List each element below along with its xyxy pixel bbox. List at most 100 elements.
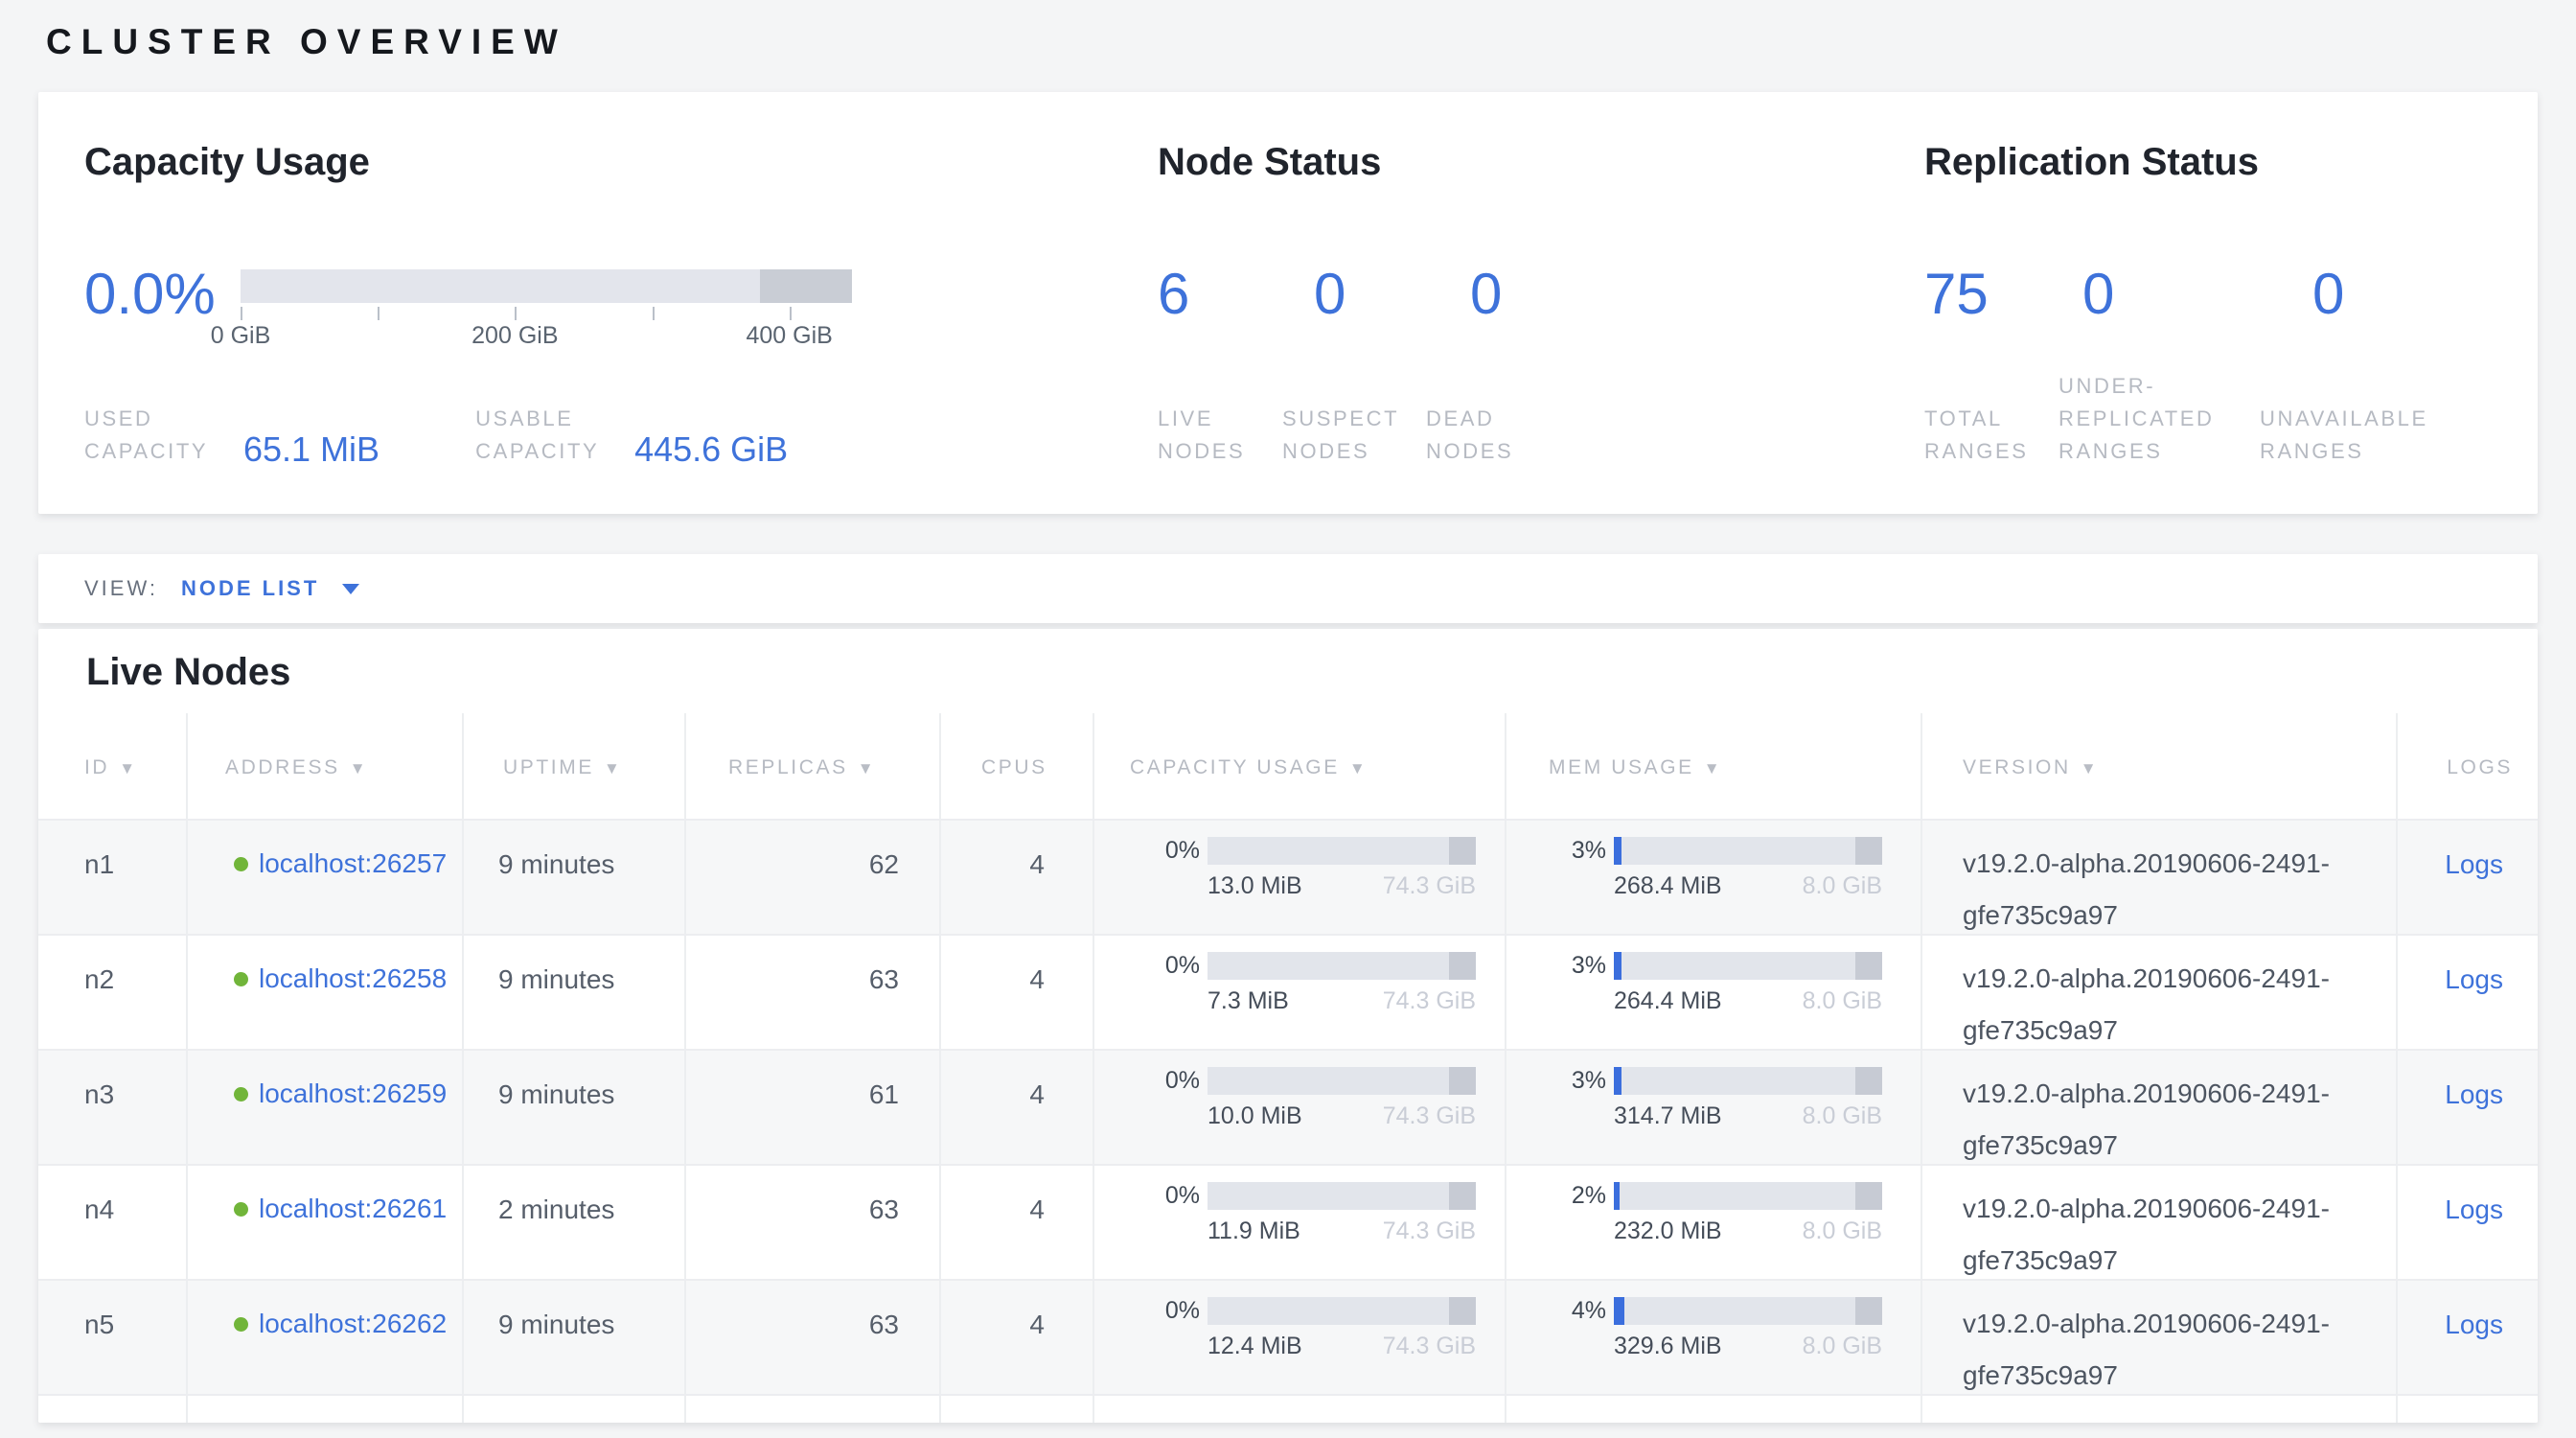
column-header-capacity-usage[interactable]: CAPACITY USAGE▼ (1094, 713, 1506, 819)
table-row: n5localhost:262629 minutes6340%12.4 MiB7… (38, 1279, 2538, 1394)
logs-link[interactable]: Logs (2445, 964, 2503, 994)
capacity-bar-reserved-segment (760, 269, 852, 303)
usage-percent: 0% (1158, 1066, 1200, 1095)
node-address-link[interactable]: localhost:26257 (259, 838, 448, 890)
node-id-cell: n4 (38, 1166, 188, 1279)
column-header-cpus: CPUS (941, 713, 1094, 819)
mem-cell: 3%264.4 MiB8.0 GiB (1506, 936, 1922, 1049)
logs-cell: Logs (2398, 1166, 2538, 1279)
usage-bar-reserved-segment (1449, 1297, 1476, 1325)
logs-link[interactable]: Logs (2445, 1079, 2503, 1109)
column-header-uptime[interactable]: UPTIME▼ (464, 713, 686, 819)
node-address-link[interactable]: localhost:26262 (259, 1298, 448, 1350)
empty-cell (1922, 1396, 2398, 1423)
uptime-cell: 9 minutes (464, 1281, 686, 1394)
mem-cell: 4% 329.6 MiB 8.0 GiB (1506, 1281, 1922, 1394)
column-header-version[interactable]: VERSION▼ (1922, 713, 2398, 819)
table-row: n3localhost:262599 minutes6140%10.0 MiB7… (38, 1049, 2538, 1164)
dead-nodes-label: DEAD NODES (1426, 403, 1541, 468)
cpus-cell: 4 (941, 821, 1094, 934)
column-header-replicas[interactable]: REPLICAS▼ (686, 713, 941, 819)
column-header-mem-usage[interactable]: MEM USAGE▼ (1506, 713, 1922, 819)
chevron-down-icon[interactable] (342, 584, 359, 594)
suspect-nodes-count: 0 (1314, 265, 1470, 324)
cpus-cell: 4 (941, 936, 1094, 1049)
mem-used-value: 314.7 MiB (1614, 1102, 1722, 1130)
usage-bar (1208, 1182, 1476, 1210)
usage-labels: 12.4 MiB74.3 GiB (1208, 1332, 1476, 1360)
empty-cell (941, 1396, 1094, 1423)
table-row-partial (38, 1394, 2538, 1423)
mem-percent: 4% (1564, 1296, 1606, 1325)
capacity-bar (241, 269, 852, 303)
usage-bar-reserved-segment (1449, 837, 1476, 865)
table-row: n2localhost:262589 minutes6340%7.3 MiB74… (38, 934, 2538, 1049)
sort-desc-icon: ▼ (1349, 759, 1368, 777)
mem-bar (1614, 1297, 1882, 1325)
unavailable-ranges-label: UNAVAILABLE RANGES (2260, 403, 2499, 468)
column-header-id[interactable]: ID▼ (38, 713, 188, 819)
logs-cell: Logs (2398, 936, 2538, 1049)
version-cell: v19.2.0-alpha.20190606-2491-gfe735c9a97 (1922, 936, 2398, 1049)
mem-labels: 268.4 MiB8.0 GiB (1614, 871, 1882, 900)
capacity-usage-gauge: 0 GiB 200 GiB 400 GiB (241, 265, 852, 351)
replicas-cell: 63 (686, 936, 941, 1049)
empty-cell (464, 1396, 686, 1423)
usage-bar (1208, 952, 1476, 980)
usable-capacity-stat: USABLE CAPACITY 445.6 GiB (475, 403, 788, 468)
mem-bar (1614, 837, 1882, 865)
mem-labels: 314.7 MiB8.0 GiB (1614, 1102, 1882, 1130)
mem-percent: 3% (1564, 951, 1606, 980)
live-nodes-card: Live Nodes ID▼ ADDRESS▼ UPTIME▼ REPLICAS… (38, 629, 2538, 1423)
usable-capacity-label: USABLE CAPACITY (475, 403, 621, 468)
dead-nodes-count: 0 (1470, 265, 1502, 324)
usage-cell: 0%11.9 MiB74.3 GiB (1094, 1166, 1506, 1279)
usage-cell: 0%12.4 MiB74.3 GiB (1094, 1281, 1506, 1394)
usage-total-value: 74.3 GiB (1383, 986, 1476, 1015)
node-address-link[interactable]: localhost:26258 (259, 953, 448, 1005)
node-address-link[interactable]: localhost:26259 (259, 1068, 448, 1120)
node-live-dot (234, 1317, 248, 1332)
usage-used-value: 10.0 MiB (1208, 1102, 1302, 1130)
mem-used-value: 268.4 MiB (1614, 871, 1722, 900)
mem-bar-used-segment (1614, 1067, 1622, 1095)
view-dropdown[interactable]: NODE LIST (181, 576, 319, 601)
live-nodes-count: 6 (1158, 265, 1314, 324)
usable-capacity-value: 445.6 GiB (634, 431, 788, 468)
replicas-cell: 63 (686, 1166, 941, 1279)
mem-total-value: 8.0 GiB (1803, 1332, 1882, 1360)
address-cell: localhost:26259 (188, 1051, 464, 1164)
replication-status-title: Replication Status (1924, 140, 2499, 184)
mem-bar (1614, 952, 1882, 980)
usage-percent: 0% (1158, 1181, 1200, 1210)
mem-used-value: 329.6 MiB (1614, 1332, 1722, 1360)
column-header-logs: LOGS (2398, 713, 2538, 819)
usage-cell: 0%13.0 MiB74.3 GiB (1094, 821, 1506, 934)
live-nodes-title: Live Nodes (86, 650, 2538, 694)
cpus-cell: 4 (941, 1166, 1094, 1279)
mem-used-value: 264.4 MiB (1614, 986, 1722, 1015)
usage-labels: 7.3 MiB74.3 GiB (1208, 986, 1476, 1015)
empty-cell (1506, 1396, 1922, 1423)
under-replicated-label: UNDER-REPLICATED RANGES (2058, 370, 2260, 468)
node-status-title: Node Status (1158, 140, 1896, 184)
logs-link[interactable]: Logs (2445, 1194, 2503, 1224)
sort-desc-icon: ▼ (604, 759, 622, 777)
usage-bar (1208, 1297, 1476, 1325)
logs-link[interactable]: Logs (2445, 1310, 2503, 1339)
capacity-usage-title: Capacity Usage (84, 140, 1100, 184)
live-nodes-label: LIVE NODES (1158, 403, 1282, 468)
mem-bar (1614, 1067, 1882, 1095)
logs-link[interactable]: Logs (2445, 849, 2503, 879)
sort-desc-icon: ▼ (119, 759, 137, 777)
mem-bar-reserved-segment (1855, 1297, 1882, 1325)
usage-bar (1208, 1067, 1476, 1095)
cpus-cell: 4 (941, 1281, 1094, 1394)
mem-percent: 3% (1564, 836, 1606, 865)
column-header-address[interactable]: ADDRESS▼ (188, 713, 464, 819)
node-address-link[interactable]: localhost:26261 (259, 1183, 448, 1235)
table-body: n1localhost:262579 minutes6240%13.0 MiB7… (38, 819, 2538, 1423)
address-cell: localhost:26258 (188, 936, 464, 1049)
node-id-cell: n1 (38, 821, 188, 934)
uptime-cell: 9 minutes (464, 936, 686, 1049)
